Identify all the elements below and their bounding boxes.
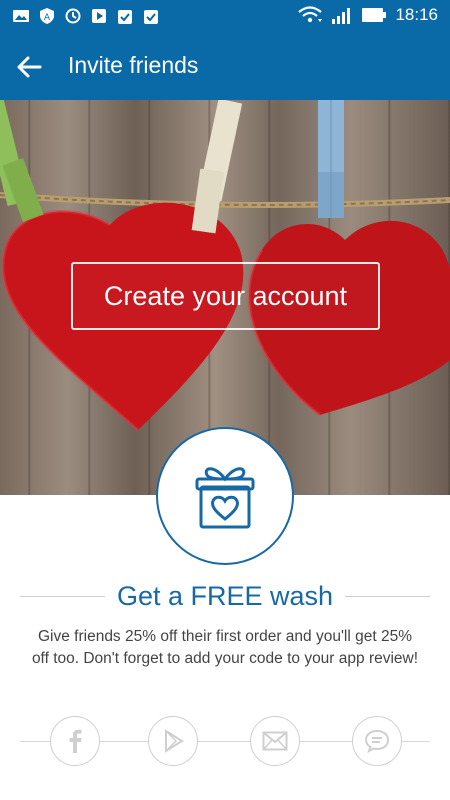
gift-heart-icon <box>195 467 255 529</box>
divider <box>20 595 105 597</box>
headline: Get a FREE wash <box>116 580 334 611</box>
headline-row: Get a FREE wash <box>20 576 430 616</box>
mail-icon <box>262 731 288 751</box>
create-account-button[interactable]: Create your account <box>71 262 380 330</box>
battery-icon <box>362 8 387 22</box>
clipboard-check-icon <box>118 10 132 24</box>
image-icon <box>13 10 29 22</box>
share-play-store-button[interactable] <box>148 716 198 766</box>
sync-icon <box>65 8 81 24</box>
svg-text:A: A <box>44 13 51 23</box>
clothespin-blue <box>318 100 344 218</box>
arrow-back-icon[interactable] <box>14 52 44 82</box>
clipboard-check-icon <box>144 10 158 24</box>
gift-badge <box>156 427 294 565</box>
shield-icon: A <box>40 8 54 24</box>
signal-icon <box>332 8 351 24</box>
page-title: Invite friends <box>68 52 199 78</box>
divider <box>345 595 430 597</box>
facebook-icon <box>69 729 82 753</box>
clothespin-white <box>191 100 243 234</box>
chat-icon <box>364 729 390 753</box>
status-bar: A 18:16 <box>0 0 450 32</box>
share-email-button[interactable] <box>250 716 300 766</box>
share-row <box>20 716 430 766</box>
clock: 18:16 <box>395 5 438 24</box>
share-facebook-button[interactable] <box>50 716 100 766</box>
play-store-icon <box>92 9 106 23</box>
description: Give friends 25% off their first order a… <box>31 628 419 667</box>
wifi-icon <box>298 6 323 23</box>
share-message-button[interactable] <box>352 716 402 766</box>
notification-icons: A <box>12 7 160 25</box>
clothespin-green <box>0 100 44 222</box>
system-icons: 18:16 <box>297 5 438 25</box>
app-bar: Invite friends <box>0 32 450 100</box>
play-store-icon <box>165 729 184 753</box>
